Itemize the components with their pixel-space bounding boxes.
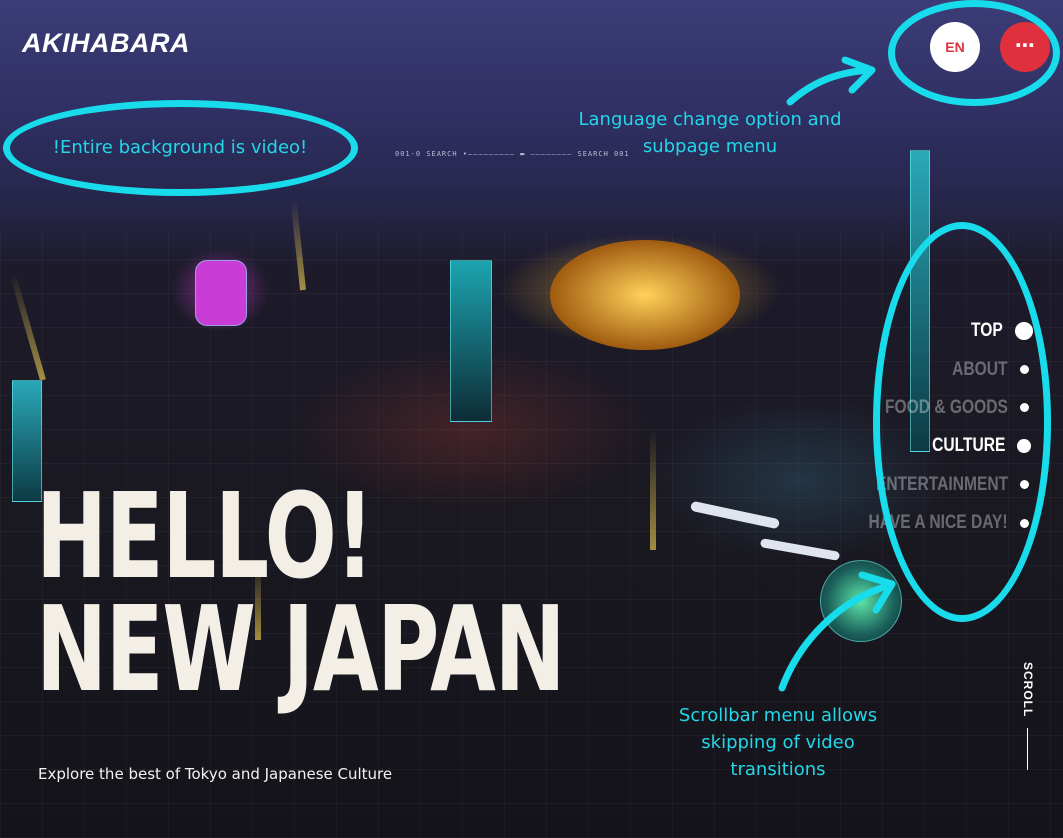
annotation-arrows [778, 56, 896, 692]
arrow-to-nav [778, 581, 894, 692]
